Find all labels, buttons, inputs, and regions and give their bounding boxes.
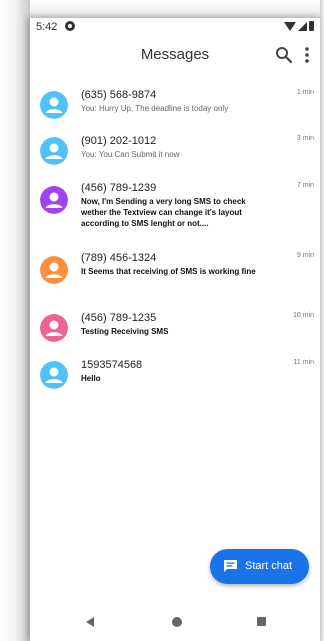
more-vert-icon: [305, 47, 309, 63]
search-button[interactable]: [274, 45, 294, 65]
cell-signal-icon: [298, 21, 307, 31]
contact-name: (635) 568-9874: [81, 89, 157, 101]
message-preview: Hello: [81, 374, 101, 383]
frame-shadow-top: [0, 0, 324, 18]
message-time: 3 min: [296, 135, 314, 142]
person-icon: [40, 361, 68, 389]
message-preview: Testing Receiving SMS: [81, 327, 169, 336]
person-icon: [40, 314, 68, 342]
avatar: [40, 256, 68, 284]
contact-name: (456) 789-1235: [81, 312, 157, 324]
wifi-icon: [284, 21, 296, 31]
battery-icon: [309, 21, 314, 31]
conversation-item[interactable]: (456) 789-1235 10 min Testing Receiving …: [30, 312, 320, 346]
more-options-button[interactable]: [300, 45, 314, 65]
message-preview: You: Hurry Up, The deadline is today onl…: [81, 104, 229, 113]
message-time: 9 min: [296, 252, 314, 259]
search-icon: [276, 47, 293, 64]
google-notification-icon: [65, 21, 75, 31]
frame-shadow-left: [0, 0, 30, 641]
message-time: 11 min: [293, 359, 315, 366]
avatar: [40, 314, 68, 342]
frame-shadow-right: [320, 0, 324, 641]
back-icon[interactable]: [86, 617, 94, 627]
avatar: [40, 91, 68, 119]
screenshot-stage: 5:42 Messages (635) 568-9874 1 min You: …: [0, 0, 324, 641]
conversation-item[interactable]: (456) 789-1239 7 min Now, I'm Sending a …: [30, 182, 320, 238]
start-chat-label: Start chat: [245, 560, 293, 572]
person-icon: [40, 256, 68, 284]
status-time: 5:42: [36, 21, 58, 33]
contact-name: (901) 202-1012: [81, 135, 157, 147]
conversation-item[interactable]: (635) 568-9874 1 min You: Hurry Up, The …: [30, 89, 320, 123]
conversation-item[interactable]: 1593574568 11 min Hello: [30, 359, 320, 393]
message-preview: It Seems that receiving of SMS is workin…: [81, 267, 256, 276]
message-preview: You: You Can Submit it now: [81, 150, 180, 159]
start-chat-button[interactable]: Start chat: [210, 549, 309, 584]
contact-name: (456) 789-1239: [81, 182, 157, 194]
message-time: 1 min: [296, 89, 314, 96]
status-indicators: [284, 21, 314, 31]
phone-screen: 5:42 Messages (635) 568-9874 1 min You: …: [30, 18, 320, 641]
conversation-item[interactable]: (901) 202-1012 3 min You: You Can Submit…: [30, 135, 320, 169]
recents-icon[interactable]: [257, 617, 266, 626]
message-time: 7 min: [296, 182, 314, 189]
status-bar: 5:42: [30, 18, 320, 38]
top-app-bar: Messages: [30, 38, 320, 74]
person-icon: [40, 137, 68, 165]
person-icon: [40, 186, 68, 214]
contact-name: 1593574568: [81, 359, 143, 371]
message-preview: Now, I'm Sending a very long SMS to chec…: [81, 197, 246, 228]
contact-name: (789) 456-1324: [81, 252, 157, 264]
conversation-item[interactable]: (789) 456-1324 9 min It Seems that recei…: [30, 252, 320, 296]
chat-icon: [224, 560, 237, 572]
avatar: [40, 186, 68, 214]
message-time: 10 min: [292, 312, 314, 319]
home-icon[interactable]: [172, 617, 182, 627]
avatar: [40, 137, 68, 165]
avatar: [40, 361, 68, 389]
person-icon: [40, 91, 68, 119]
system-nav-bar: [30, 604, 320, 641]
